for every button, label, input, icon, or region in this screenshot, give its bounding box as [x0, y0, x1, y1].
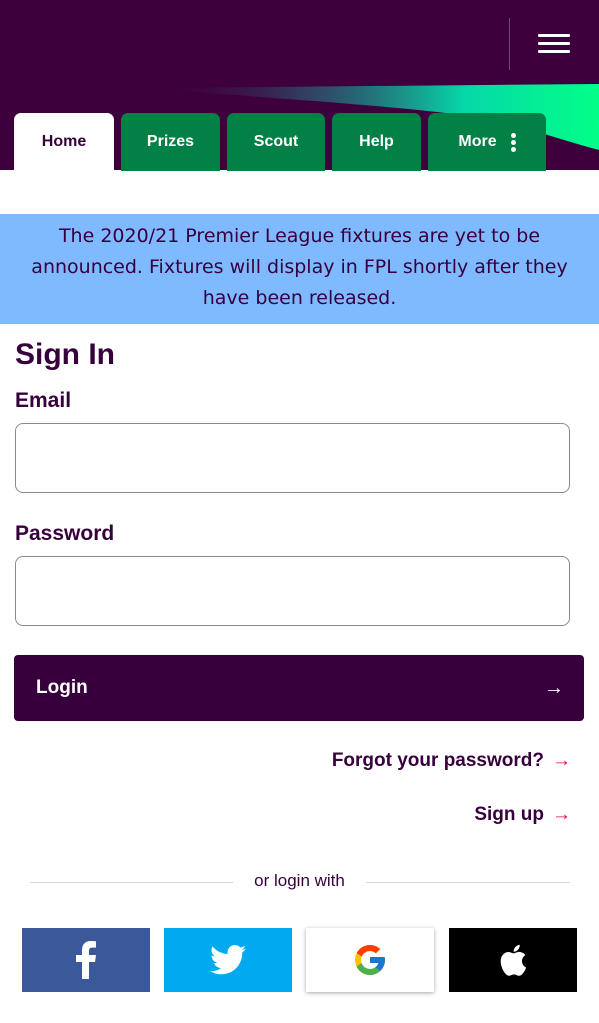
- arrow-right-icon: →: [552, 804, 571, 825]
- facebook-icon: [76, 941, 96, 979]
- signup-link[interactable]: Sign up →: [474, 804, 571, 826]
- password-label: Password: [15, 522, 115, 545]
- forgot-password-link[interactable]: Forgot your password? →: [332, 750, 571, 772]
- apple-icon: [500, 944, 527, 976]
- tab-prizes-label: Prizes: [146, 133, 195, 150]
- hamburger-icon[interactable]: [530, 28, 574, 60]
- fixtures-notice-text: The 2020/21 Premier League fixtures are …: [31, 225, 568, 309]
- tab-more[interactable]: More: [428, 113, 546, 171]
- tab-home-label: Home: [41, 133, 87, 150]
- forgot-password-label: Forgot your password?: [331, 750, 544, 771]
- apple-login-button[interactable]: [449, 928, 577, 992]
- signup-label: Sign up: [474, 804, 544, 825]
- arrow-right-icon: →: [544, 676, 564, 699]
- header-divider: [509, 18, 510, 70]
- divider-right: [366, 882, 570, 883]
- twitter-login-button[interactable]: [164, 928, 292, 992]
- vertical-dots-icon: [510, 131, 516, 154]
- email-field[interactable]: [15, 423, 570, 493]
- page-title: Sign In: [15, 338, 115, 371]
- login-button[interactable]: Login →: [14, 655, 584, 721]
- login-button-label: Login: [36, 677, 88, 698]
- tab-prizes[interactable]: Prizes: [121, 113, 220, 171]
- google-icon: [355, 945, 385, 975]
- tab-scout[interactable]: Scout: [227, 113, 325, 171]
- tab-help[interactable]: Help: [332, 113, 421, 171]
- facebook-login-button[interactable]: [22, 928, 150, 992]
- or-login-with-text: or login with: [254, 871, 345, 890]
- password-field[interactable]: [15, 556, 570, 626]
- google-login-button[interactable]: [306, 928, 434, 992]
- tab-scout-label: Scout: [253, 133, 299, 150]
- fixtures-notice: The 2020/21 Premier League fixtures are …: [0, 214, 599, 324]
- tab-more-label: More: [458, 133, 497, 150]
- email-label: Email: [15, 389, 72, 412]
- tab-help-label: Help: [359, 133, 394, 150]
- arrow-right-icon: →: [552, 750, 571, 771]
- twitter-icon: [210, 945, 246, 975]
- tab-home[interactable]: Home: [14, 113, 114, 171]
